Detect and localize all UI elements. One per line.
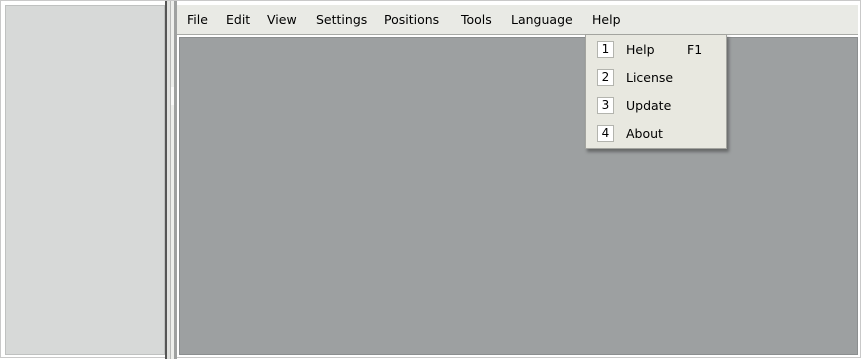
- application-window: File Edit View Settings Positions Tools …: [0, 0, 861, 359]
- menu-item-label: License: [626, 70, 674, 85]
- menu-item-number: 1: [597, 41, 614, 58]
- menu-item-label: Update: [626, 98, 672, 113]
- menu-bar: File Edit View Settings Positions Tools …: [177, 5, 858, 35]
- help-menu-item-about[interactable]: 4 About: [586, 122, 726, 148]
- menu-item-number: 2: [597, 69, 614, 86]
- menu-positions[interactable]: Positions: [384, 12, 439, 28]
- menu-item-label: Help: [626, 42, 655, 57]
- help-menu-item-license[interactable]: 2 License: [586, 66, 726, 92]
- menu-tools[interactable]: Tools: [461, 12, 492, 28]
- menu-file[interactable]: File: [187, 12, 208, 28]
- menu-edit[interactable]: Edit: [226, 12, 250, 28]
- menu-help[interactable]: Help: [592, 12, 621, 28]
- help-dropdown-menu: 1 Help F1 2 License 3 Update 4 About: [585, 34, 727, 149]
- menu-item-number: 3: [597, 97, 614, 114]
- workspace-area: [179, 37, 858, 355]
- splitter-grip: [171, 87, 174, 105]
- menu-item-shortcut: F1: [687, 42, 703, 57]
- help-menu-item-help[interactable]: 1 Help F1: [586, 38, 726, 64]
- left-panel: [5, 5, 165, 355]
- menu-item-label: About: [626, 126, 663, 141]
- menu-settings[interactable]: Settings: [316, 12, 367, 28]
- menu-language[interactable]: Language: [511, 12, 573, 28]
- help-menu-item-update[interactable]: 3 Update: [586, 94, 726, 120]
- menu-item-number: 4: [597, 125, 614, 142]
- menu-view[interactable]: View: [267, 12, 297, 28]
- splitter-handle[interactable]: [165, 1, 177, 359]
